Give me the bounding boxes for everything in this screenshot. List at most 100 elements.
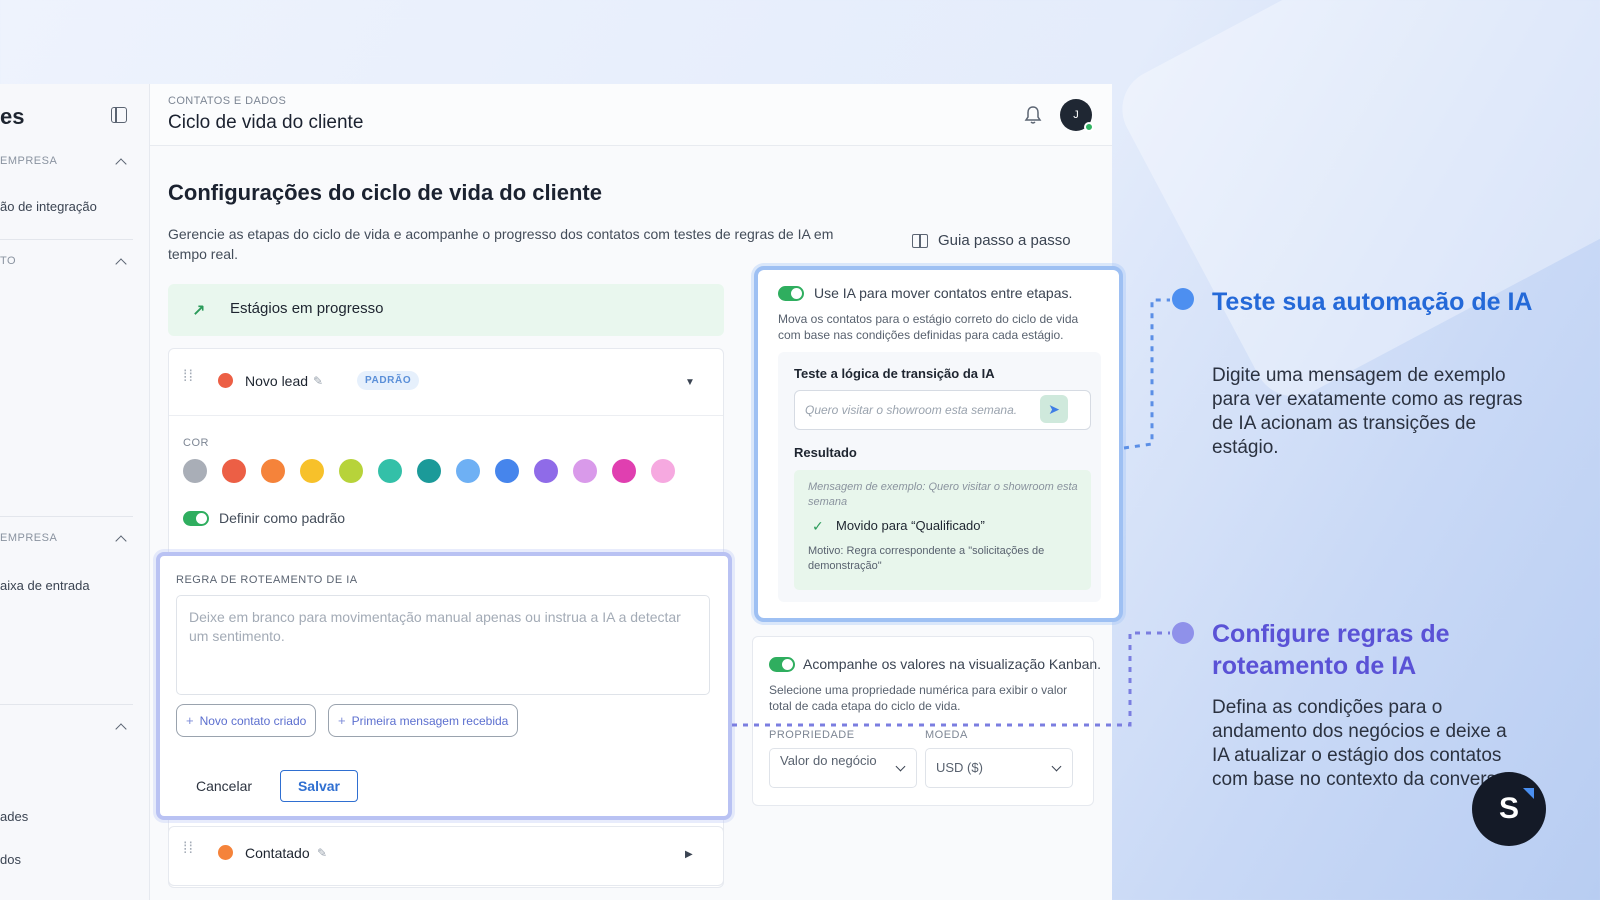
color-swatch[interactable] [339,459,363,483]
default-toggle-label: Definir como padrão [219,510,346,526]
callout-rules-body: Defina as condições para o andamento dos… [1212,697,1512,790]
callout-marker-rules [1172,622,1194,644]
sidebar-divider [0,239,133,240]
chevron-down-icon [895,761,906,772]
brand-logo: S [1472,772,1546,846]
sidebar-item-ades[interactable]: ades [0,809,28,824]
property-label: PROPRIEDADE [769,729,855,741]
sidebar-section-empresa-2: EMPRESA [0,532,58,544]
trending-up-icon: ↗ [192,303,206,320]
color-swatch[interactable] [378,459,402,483]
color-swatch[interactable] [417,459,441,483]
guide-label: Guia passo a passo [938,232,1071,249]
result-box: Mensagem de exemplo: Quero visitar o sho… [794,470,1091,590]
ai-test-section: Teste a lógica de transição da IA Quero … [778,352,1101,602]
background-decoration [1108,0,1600,411]
result-example: Mensagem de exemplo: Quero visitar o sho… [808,481,1078,508]
color-swatch[interactable] [573,459,597,483]
ai-test-panel: Use IA para mover contatos entre etapas.… [754,266,1123,622]
book-icon [912,233,928,248]
sidebar-collapse-icon[interactable] [111,107,127,123]
color-swatch[interactable] [261,459,285,483]
sidebar-divider [0,516,133,517]
plus-icon: + [338,713,346,728]
color-swatch[interactable] [183,459,207,483]
chevron-up-icon[interactable] [115,723,127,735]
callout-marker-test [1172,288,1194,310]
sidebar-section-to: TO [0,255,17,267]
callout-test-title: Teste sua automação de IA [1212,288,1533,316]
chip-label: Primeira mensagem recebida [351,713,509,728]
color-swatch[interactable] [534,459,558,483]
color-swatch[interactable] [300,459,324,483]
property-select[interactable]: Valor do negócio [769,748,917,788]
currency-select[interactable]: USD ($) [925,748,1073,788]
chip-novo-contato[interactable]: + Novo contato criado [176,704,317,737]
stage-name: Contatado [245,845,310,861]
online-status-dot [1084,122,1094,132]
color-swatch[interactable] [222,459,246,483]
color-swatch[interactable] [495,459,519,483]
logo-accent [1523,788,1534,799]
section-heading: Configurações do ciclo de vida do client… [168,180,602,205]
ai-routing-rule-panel: REGRA DE ROTEAMENTO DE IA Deixe em branc… [156,552,732,820]
sidebar-item-integracao[interactable]: ão de integração [0,199,97,214]
rule-textarea[interactable]: Deixe em branco para movimentação manual… [176,595,710,695]
currency-label: MOEDA [925,729,968,741]
rule-title: REGRA DE ROTEAMENTO DE IA [176,574,358,586]
sidebar-section-empresa: EMPRESA [0,155,58,167]
bell-icon[interactable] [1024,105,1042,125]
guide-button[interactable]: Guia passo a passo [912,232,1071,249]
currency-value: USD ($) [936,760,983,775]
drag-handle-icon[interactable]: ⁞⁞ [183,369,197,385]
stage-color-dot [218,845,233,860]
sidebar-divider [0,704,133,705]
result-title: Resultado [794,445,857,460]
kanban-toggle-label: Acompanhe os valores na visualização Kan… [803,656,1102,672]
page-title: Ciclo de vida do cliente [168,112,364,133]
check-icon: ✓ [812,518,824,534]
chip-label: Novo contato criado [199,713,307,728]
chevron-up-icon[interactable] [115,158,127,170]
property-value: Valor do negócio [780,753,877,768]
send-icon[interactable]: ➤ [1040,395,1068,423]
ai-move-toggle-label: Use IA para mover contatos entre etapas. [814,285,1073,301]
edit-icon[interactable]: ✎ [317,846,327,860]
kanban-toggle[interactable] [769,657,795,672]
sidebar-title: es [0,104,25,129]
kanban-values-card: Acompanhe os valores na visualização Kan… [752,636,1101,806]
color-label: COR [183,437,209,449]
kanban-description: Selecione uma propriedade numérica para … [769,683,1068,713]
sidebar-item-dos[interactable]: dos [0,852,21,867]
color-swatch[interactable] [651,459,675,483]
callout-rules-title: Configure regras de roteamento de IA [1212,620,1450,680]
row-divider [169,415,723,416]
top-bar: CONTATOS E DADOS Ciclo de vida do client… [150,84,1112,146]
section-description: Gerencie as etapas do ciclo de vida e ac… [168,226,834,262]
edit-icon[interactable]: ✎ [313,374,323,388]
cancel-button[interactable]: Cancelar [196,778,252,794]
breadcrumb[interactable]: CONTATOS E DADOS [168,95,286,107]
result-reason: Motivo: Regra correspondente a "solicita… [808,545,1045,572]
chevron-right-icon[interactable]: ▶ [685,849,693,860]
ai-move-description: Mova os contatos para o estágio correto … [778,312,1079,342]
chevron-down-icon[interactable]: ▼ [685,377,695,388]
stage-card-contatado: ⁞⁞ Contatado ✎ ▶ [168,826,724,886]
drag-handle-icon[interactable]: ⁞⁞ [183,841,197,857]
stage-name: Novo lead [245,373,309,389]
color-swatch[interactable] [456,459,480,483]
default-badge: PADRÃO [357,371,420,390]
ai-move-toggle[interactable] [778,286,804,301]
default-toggle[interactable] [183,511,209,526]
stage-color-dot [218,373,233,388]
result-moved: Movido para “Qualificado” [836,518,985,533]
chip-primeira-mensagem[interactable]: + Primeira mensagem recebida [328,704,519,737]
chevron-up-icon[interactable] [115,535,127,547]
chevron-up-icon[interactable] [115,258,127,270]
callout-test-body: Digite uma mensagem de exemplo para ver … [1212,365,1523,458]
stages-banner-label: Estágios em progresso [230,300,384,317]
ai-test-title: Teste a lógica de transição da IA [794,366,995,381]
save-button[interactable]: Salvar [280,770,358,802]
sidebar-item-caixa-entrada[interactable]: aixa de entrada [0,578,90,593]
color-swatch[interactable] [612,459,636,483]
